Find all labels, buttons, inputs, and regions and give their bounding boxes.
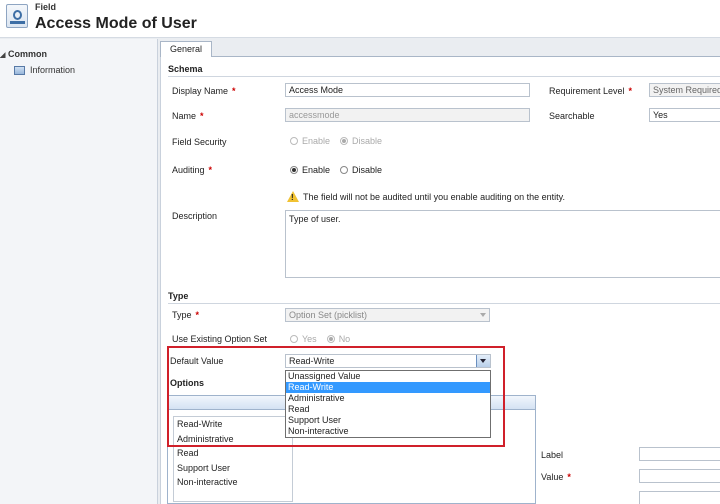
type-divider [168,303,720,304]
use-existing-no-text: No [338,334,351,344]
left-navigation: ◢ Common Information [0,39,158,504]
use-existing-radios: Yes No [290,334,360,344]
option-label-input[interactable] [639,447,720,461]
description-label: Description [172,211,218,221]
searchable-label: Searchable [549,111,595,121]
option-extra-input[interactable] [639,491,720,504]
audit-warning-text: The field will not be audited until you … [303,191,566,202]
type-select: Option Set (picklist) [285,308,490,322]
breadcrumb: Field [35,2,57,12]
field-security-enable-text: Enable [302,136,331,146]
audit-warning: ! The field will not be audited until yo… [287,191,565,202]
nav-item-information[interactable]: Information [14,65,75,75]
auditing-radios: Enable Disable [290,165,392,175]
description-textarea[interactable]: Type of user. [285,210,720,278]
auditing-disable-text: Disable [352,165,383,175]
chevron-down-icon [480,313,486,317]
option-value-input[interactable] [639,469,720,483]
form-icon [14,65,25,75]
page-title: Access Mode of User [35,15,197,32]
display-name-input[interactable]: Access Mode [285,83,530,97]
use-existing-yes-radio [290,335,298,343]
use-existing-no-radio [326,335,335,343]
display-name-label: Display Name * [172,86,236,96]
field-security-disable-radio [340,137,349,145]
type-label: Type * [172,310,200,320]
option-label-label: Label [541,450,564,460]
use-existing-yes-text: Yes [302,334,317,344]
tab-general[interactable]: General [160,41,212,58]
name-label: Name * [172,111,204,121]
type-select-value: Option Set (picklist) [289,310,368,320]
auditing-disable-radio[interactable] [340,166,349,174]
searchable-select[interactable]: Yes [649,108,720,122]
auditing-enable-text: Enable [302,165,331,175]
highlight-box [167,346,505,447]
use-existing-option-set-label: Use Existing Option Set [172,334,268,344]
field-entity-icon [6,4,28,28]
nav-group-common[interactable]: ◢ Common [0,49,47,59]
field-security-disable-text: Disable [352,136,383,146]
requirement-level-label: Requirement Level * [549,86,633,96]
field-security-radios: Enable Disable [290,136,392,146]
list-item[interactable]: Read [174,446,292,461]
name-input: accessmode [285,108,530,122]
warning-icon: ! [287,191,299,202]
list-item[interactable]: Support User [174,461,292,476]
schema-section-title: Schema [168,64,203,74]
form-panel: Schema Display Name * Access Mode Require… [160,57,720,504]
field-security-enable-radio [290,137,298,145]
option-value-label: Value * [541,472,571,482]
page-header: Field Access Mode of User [0,0,720,38]
nav-item-label: Information [30,65,76,75]
type-section-title: Type [168,291,189,301]
requirement-level-select[interactable]: System Required [649,83,720,97]
field-security-label: Field Security [172,137,227,147]
auditing-enable-radio[interactable] [290,166,298,174]
tab-bar: General [160,39,720,58]
list-item[interactable]: Non-interactive [174,475,292,490]
schema-divider [168,76,720,77]
collapse-triangle-icon: ◢ [0,52,6,59]
nav-group-label: Common [8,49,47,59]
auditing-label: Auditing * [172,165,213,175]
